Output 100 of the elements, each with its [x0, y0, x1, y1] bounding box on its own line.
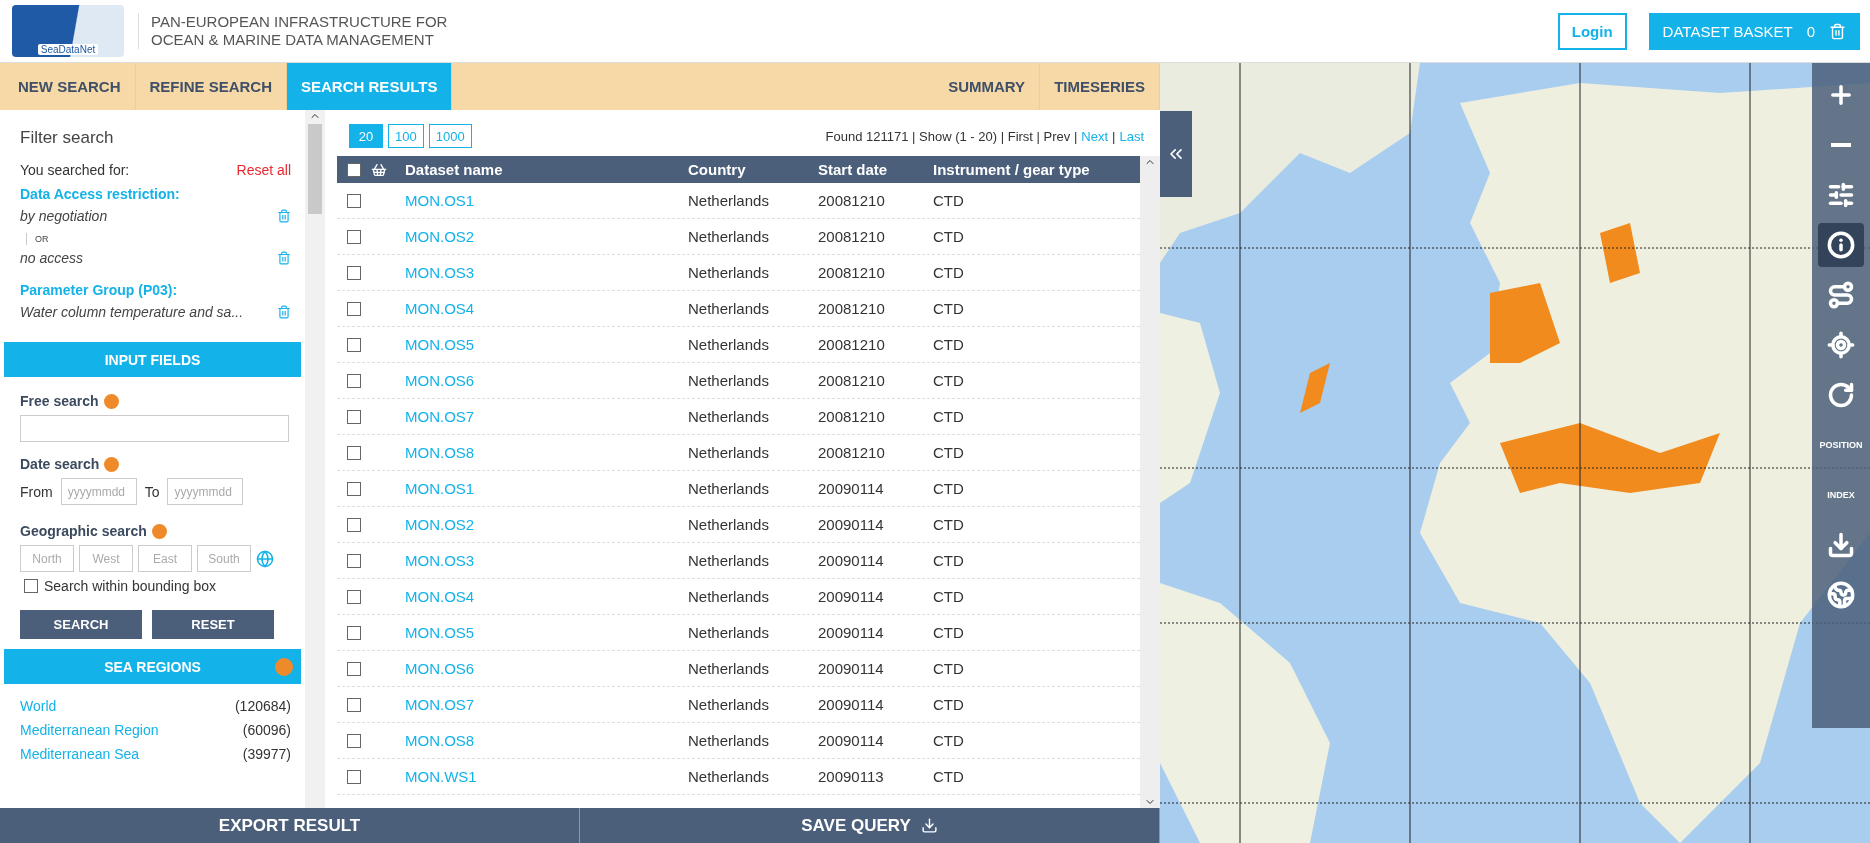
dataset-link[interactable]: MON.OS6 [405, 660, 688, 677]
table-cell-text: Netherlands [688, 696, 770, 713]
basket-button[interactable]: DATASET BASKET 0 [1648, 12, 1860, 50]
table-cell-text: Netherlands [688, 300, 770, 317]
table-cell-text: Netherlands [688, 588, 770, 605]
free-search-field[interactable] [20, 415, 289, 442]
table-cell-text: CTD [933, 300, 965, 317]
dataset-link[interactable]: MON.OS8 [405, 444, 688, 461]
table-cell-text: Netherlands [688, 516, 770, 533]
pager-link[interactable]: Last [1119, 128, 1144, 144]
map-tool-button[interactable]: INDEX [1818, 473, 1864, 517]
table-cell-text: 20090114 [818, 516, 885, 533]
searched-for-label: You searched for: [20, 162, 130, 178]
dataset-link[interactable]: MON.OS1 [405, 480, 688, 497]
dataset-link[interactable]: MON.OS4 [405, 588, 688, 605]
coordinate-field[interactable]: East [138, 545, 192, 572]
row-checkbox[interactable] [347, 769, 361, 784]
dataset-link[interactable]: MON.OS3 [405, 552, 688, 569]
row-checkbox[interactable] [347, 733, 361, 748]
row-checkbox[interactable] [347, 445, 361, 460]
tab[interactable]: SEARCH RESULTS [287, 63, 453, 110]
table-cell-text: 20090114 [818, 480, 885, 497]
row-checkbox[interactable] [347, 697, 361, 712]
dataset-link[interactable]: MON.OS3 [405, 264, 688, 281]
globe-icon [1827, 581, 1855, 609]
row-checkbox[interactable] [347, 661, 361, 676]
table-cell-text: 20081210 [818, 408, 886, 425]
section-title: SEA REGIONS [104, 658, 201, 675]
dataset-link[interactable]: MON.OS7 [405, 408, 688, 425]
table-cell-text: CTD [933, 732, 965, 749]
page-size-button[interactable]: 100 [388, 124, 424, 148]
dataset-link[interactable]: MON.OS2 [405, 516, 688, 533]
dataset-link[interactable]: MON.OS6 [405, 372, 688, 389]
table-cell-text: Netherlands [688, 660, 770, 677]
scrollbar[interactable] [305, 110, 325, 808]
page-size-button[interactable]: 1000 [428, 124, 472, 148]
table-cell-text: Netherlands [688, 480, 770, 497]
footer-button[interactable]: EXPORT RESULT [0, 808, 580, 843]
table-cell-text: CTD [933, 552, 965, 569]
coordinate-field[interactable]: South [197, 545, 251, 572]
row-checkbox[interactable] [347, 481, 361, 496]
row-checkbox[interactable] [347, 337, 361, 352]
to-date-field[interactable]: yyyymmdd [167, 478, 244, 505]
row-checkbox[interactable] [347, 589, 361, 604]
form-button[interactable]: SEARCH [20, 610, 142, 639]
row-checkbox[interactable] [347, 517, 361, 532]
login-button[interactable]: Login [1557, 12, 1627, 50]
coordinate-field[interactable]: West [79, 545, 133, 572]
table-cell-text: CTD [933, 768, 965, 785]
download-icon [920, 817, 938, 834]
row-checkbox[interactable] [347, 193, 361, 208]
table-cell-text: Netherlands [688, 552, 770, 569]
checkbox[interactable] [24, 579, 38, 593]
region-link[interactable]: Mediterranean Sea [20, 746, 140, 762]
dataset-link[interactable]: MON.WS1 [405, 768, 688, 785]
region-link[interactable]: Mediterranean Region [20, 722, 159, 738]
table-cell-text: CTD [933, 624, 965, 641]
table-cell-text: CTD [933, 228, 965, 245]
page-size-button[interactable]: 20 [349, 124, 383, 148]
map-drawing[interactable] [1160, 63, 1870, 843]
dataset-link[interactable]: MON.OS8 [405, 732, 688, 749]
form-button[interactable]: RESET [152, 610, 274, 639]
table-cell-text: Netherlands [688, 624, 770, 641]
row-checkbox[interactable] [347, 553, 361, 568]
row-checkbox[interactable] [347, 229, 361, 244]
row-checkbox[interactable] [347, 625, 361, 640]
table-cell-text: Netherlands [688, 372, 770, 389]
dataset-link[interactable]: MON.OS5 [405, 336, 688, 353]
region-link[interactable]: World [20, 698, 57, 714]
table-cell-text: CTD [933, 336, 965, 353]
from-date-field[interactable]: yyyymmdd [60, 478, 137, 505]
dataset-link[interactable]: MON.OS1 [405, 192, 688, 209]
dataset-link[interactable]: MON.OS2 [405, 228, 688, 245]
row-checkbox[interactable] [347, 409, 361, 424]
dataset-link[interactable]: MON.OS7 [405, 696, 688, 713]
map-tool-button[interactable]: POSITION [1818, 423, 1864, 467]
row-checkbox[interactable] [347, 373, 361, 388]
select-all-checkbox[interactable] [347, 162, 361, 177]
table-cell-text: 20081210 [818, 336, 886, 353]
tab[interactable]: SUMMARY [934, 63, 1041, 110]
reset-all-link[interactable]: Reset all [236, 162, 291, 178]
table-cell-text: 20090113 [818, 768, 885, 785]
tab[interactable]: NEW SEARCH [4, 63, 136, 110]
coordinate-field[interactable]: North [20, 545, 74, 572]
scrollbar-thumb[interactable] [308, 124, 322, 214]
map-tool-button[interactable] [1818, 223, 1864, 267]
table-cell-text: Netherlands [688, 336, 770, 353]
table-cell-text: CTD [933, 480, 965, 497]
dataset-link[interactable]: MON.OS4 [405, 300, 688, 317]
scrollbar[interactable] [1140, 156, 1160, 808]
footer-button[interactable]: SAVE QUERY [580, 808, 1160, 843]
row-checkbox[interactable] [347, 265, 361, 280]
row-checkbox[interactable] [347, 301, 361, 316]
collapse-button[interactable] [1160, 111, 1192, 197]
table-cell-text: CTD [933, 372, 965, 389]
dataset-link[interactable]: MON.OS5 [405, 624, 688, 641]
basket-label: DATASET BASKET [1662, 22, 1793, 40]
pager-link[interactable]: Next [1081, 128, 1109, 144]
table-cell-text: 20090114 [818, 552, 885, 569]
download-icon [1827, 531, 1855, 559]
